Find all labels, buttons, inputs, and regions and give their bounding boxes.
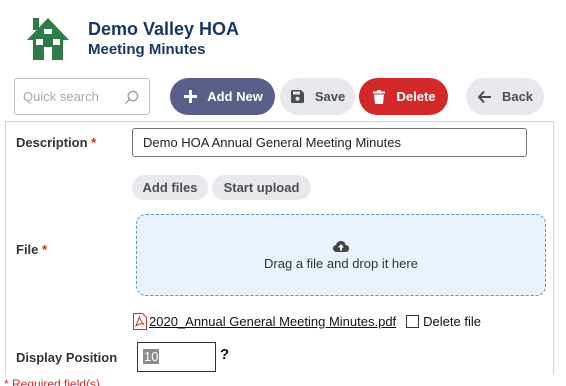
toolbar: Add New Save Delete Back [14, 78, 554, 116]
start-upload-button[interactable]: Start upload [212, 175, 311, 200]
add-new-button[interactable]: Add New [170, 78, 275, 115]
file-label: File * [16, 242, 47, 257]
existing-file-row: 2020_Annual General Meeting Minutes.pdf … [133, 312, 481, 330]
dropzone-text: Drag a file and drop it here [264, 255, 418, 271]
pdf-file-icon [133, 312, 147, 330]
search-icon[interactable] [124, 90, 139, 105]
description-label: Description * [16, 135, 96, 150]
back-label: Back [501, 89, 534, 104]
file-dropzone[interactable]: Drag a file and drop it here [136, 214, 546, 296]
search-input[interactable] [23, 89, 119, 104]
back-button[interactable]: Back [466, 78, 544, 115]
save-label: Save [314, 89, 346, 104]
display-position-selected-text: 10 [143, 349, 160, 364]
save-button[interactable]: Save [280, 78, 355, 115]
required-mark: * [42, 242, 48, 257]
required-mark: * [91, 135, 97, 150]
trash-icon [371, 89, 387, 105]
add-new-label: Add New [207, 89, 263, 104]
plus-icon [182, 89, 198, 105]
delete-file-label: Delete file [423, 313, 481, 329]
delete-label: Delete [396, 89, 436, 104]
delete-file-checkbox[interactable] [406, 314, 420, 328]
floppy-disk-icon [290, 89, 306, 105]
quick-search [14, 78, 150, 115]
app-header: Demo Valley HOA Meeting Minutes [24, 14, 239, 64]
description-input[interactable] [132, 128, 527, 157]
description-label-text: Description [16, 135, 88, 150]
existing-file-link[interactable]: 2020_Annual General Meeting Minutes.pdf [149, 314, 396, 329]
cloud-upload-icon [333, 240, 349, 252]
arrow-left-icon [477, 89, 493, 105]
help-icon[interactable]: ? [220, 346, 229, 363]
house-icon [27, 18, 69, 60]
delete-button[interactable]: Delete [359, 78, 448, 115]
edit-form: Description * Add files Start upload Fil… [5, 121, 554, 375]
page-title: Meeting Minutes [88, 41, 206, 58]
display-position-label: Display Position [16, 350, 118, 365]
add-files-button[interactable]: Add files [132, 175, 208, 200]
org-name: Demo Valley HOA [88, 19, 240, 39]
file-label-text: File [16, 242, 39, 257]
required-fields-note: * Required field(s) [4, 377, 101, 386]
